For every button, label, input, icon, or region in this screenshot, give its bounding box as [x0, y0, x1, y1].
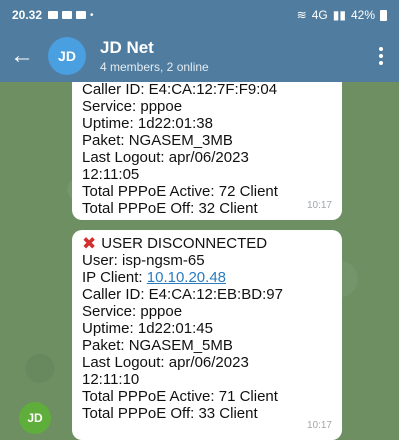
message-line: Last Logout: apr/06/2023 [82, 354, 249, 371]
message-line: Uptime: 1d22:01:45 [82, 320, 213, 337]
signal-icon: ▮▮ [332, 8, 346, 22]
notification-icons: • [48, 10, 94, 21]
status-time: 20.32 [12, 8, 43, 22]
message-line: Paket: NGASEM_5MB [82, 337, 233, 354]
battery-percent: 42% [350, 8, 375, 22]
red-x-icon: ✖ [82, 234, 97, 253]
ip-label: IP Client: [82, 269, 147, 286]
message-line: Total PPPoE Off: 32 Client [82, 200, 258, 217]
message-header: ✖ USER DISCONNECTED [82, 235, 332, 252]
message-line: 12:11:10 [82, 371, 140, 388]
message-time: 10:17 [306, 420, 332, 431]
group-avatar[interactable]: JD [48, 37, 86, 75]
message-time: 10:17 [306, 200, 332, 211]
message-line: Total PPPoE Off: 33 Client [82, 405, 258, 422]
chat-subtitle: 4 members, 2 online [100, 60, 209, 74]
chat-header: ← JD JD Net 4 members, 2 online [0, 30, 399, 82]
gallery-icon [48, 11, 59, 19]
message-ip-line: IP Client: 10.10.20.48 [82, 269, 332, 286]
message-line: Caller ID: E4:CA:12:7F:F9:04 [82, 82, 278, 98]
message-line: Total PPPoE Active: 71 Client [82, 388, 278, 405]
back-arrow-icon[interactable]: ← [10, 44, 44, 68]
message-line: Uptime: 1d22:01:38 [82, 115, 213, 132]
wifi-icon: ≋ [296, 8, 307, 22]
message-line: Paket: NGASEM_3MB [82, 132, 233, 149]
cloud-icon [76, 11, 87, 19]
message-line: Service: pppoe [82, 303, 183, 320]
message-bubble[interactable]: ✖ USER DISCONNECTED User: isp-ngsm-65 IP… [72, 230, 342, 440]
message-line: Total PPPoE Active: 72 Client [82, 183, 278, 200]
status-right: ≋ 4G ▮▮ 42% [297, 8, 387, 22]
message-line: Last Logout: apr/06/2023 [82, 149, 249, 166]
network-type: 4G [311, 8, 328, 22]
message-line: User: isp-ngsm-65 [82, 252, 205, 269]
message-bubble[interactable]: Caller ID: E4:CA:12:7F:F9:04 Service: pp… [72, 82, 342, 220]
battery-icon [380, 9, 387, 21]
status-bar: 20.32 • ≋ 4G ▮▮ 42% [0, 0, 399, 30]
chat-title-block[interactable]: JD Net 4 members, 2 online [100, 38, 209, 74]
message-header-text: USER DISCONNECTED [101, 235, 268, 252]
dot-icon: • [90, 9, 94, 21]
chat-area[interactable]: Caller ID: E4:CA:12:7F:F9:04 Service: pp… [0, 82, 399, 440]
sender-avatar[interactable]: JD [19, 402, 51, 434]
ip-link[interactable]: 10.10.20.48 [147, 269, 226, 286]
more-options-icon[interactable] [373, 41, 389, 71]
chat-title: JD Net [100, 38, 154, 57]
message-line: Service: pppoe [82, 98, 183, 115]
video-icon [62, 11, 73, 19]
message-line: Caller ID: E4:CA:12:EB:BD:97 [82, 286, 283, 303]
message-line: 12:11:05 [82, 166, 140, 183]
